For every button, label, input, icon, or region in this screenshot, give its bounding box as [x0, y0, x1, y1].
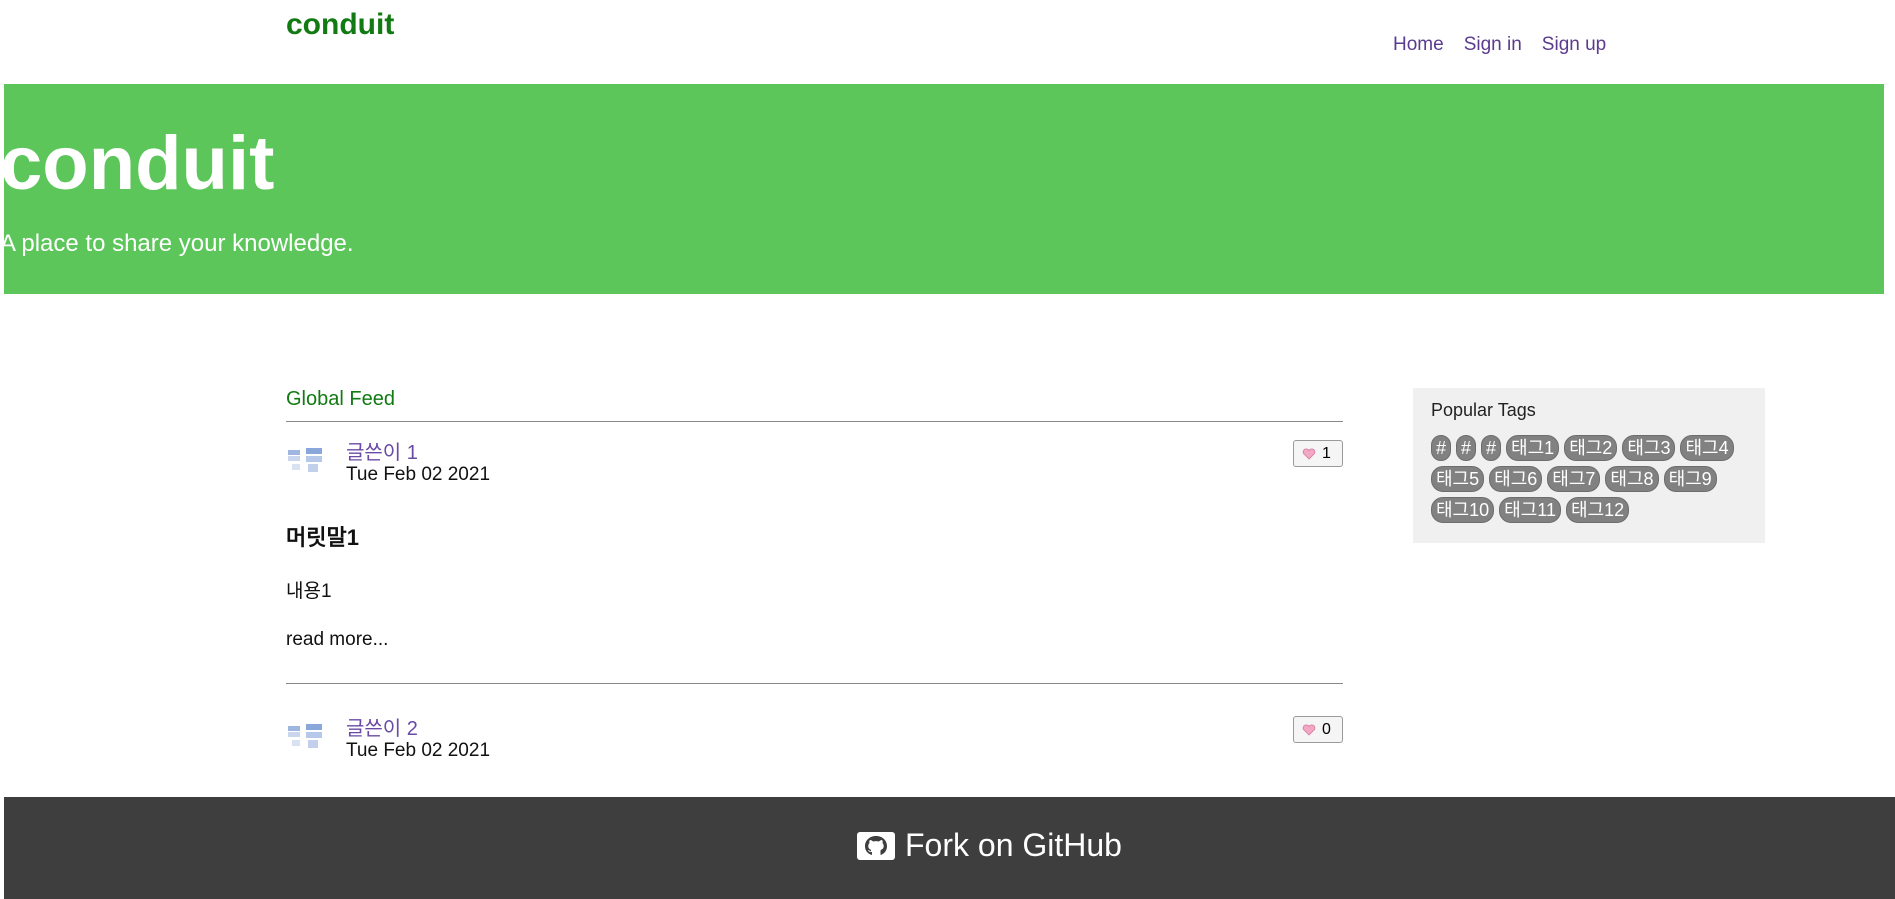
navbar: conduit Home Sign in Sign up	[0, 0, 1895, 84]
tag-pill[interactable]: 태그7	[1547, 466, 1601, 492]
sidebar-title: Popular Tags	[1431, 400, 1536, 420]
favorite-button[interactable]: 0	[1293, 716, 1343, 743]
tag-pill[interactable]: 태그8	[1605, 466, 1659, 492]
article-meta: 글쓴이 2 Tue Feb 02 2021 0	[286, 698, 1343, 770]
read-more-link[interactable]: read more...	[286, 629, 1343, 683]
article-title[interactable]: 머릿말1	[286, 520, 1343, 552]
author-avatar[interactable]	[286, 716, 326, 756]
tag-pill[interactable]: #	[1456, 435, 1477, 461]
tag-pill[interactable]: 태그9	[1663, 466, 1717, 492]
footer-bar: Fork on GitHub	[4, 797, 1895, 899]
nav-home-link[interactable]: Home	[1393, 34, 1444, 56]
article-date: Tue Feb 02 2021	[346, 464, 491, 485]
tag-pill[interactable]: 태그2	[1564, 435, 1618, 461]
article-meta: 글쓴이 1 Tue Feb 02 2021 1	[286, 422, 1343, 494]
article-feed: Global Feed 글쓴이 1 Tue Feb 02 2021 1 머릿말1…	[286, 388, 1343, 770]
heart-icon	[1302, 724, 1316, 736]
tag-pill[interactable]: 태그4	[1680, 435, 1734, 461]
author-avatar[interactable]	[286, 440, 326, 480]
tag-pill[interactable]: 태그6	[1489, 466, 1543, 492]
article-description: 내용1	[286, 581, 332, 602]
tag-pill[interactable]: 태그5	[1431, 466, 1485, 492]
nav-sign-up-link[interactable]: Sign up	[1542, 34, 1606, 56]
heart-icon	[1302, 448, 1316, 460]
nav-sign-in-link[interactable]: Sign in	[1464, 34, 1522, 56]
fork-on-github-label: Fork on GitHub	[905, 827, 1122, 863]
article-preview: 글쓴이 2 Tue Feb 02 2021 0	[286, 698, 1343, 770]
tag-pill[interactable]: 태그10	[1431, 497, 1495, 523]
tag-pill[interactable]: 태그11	[1499, 497, 1561, 523]
brand-logo-link[interactable]: conduit	[286, 8, 394, 42]
favorite-count: 0	[1322, 720, 1331, 738]
article-preview: 글쓴이 1 Tue Feb 02 2021 1 머릿말1 내용1 read mo…	[286, 422, 1343, 684]
article-date: Tue Feb 02 2021	[346, 740, 491, 761]
tag-list: # # # 태그1 태그2 태그3 태그4 태그5 태그6 태그7 태그8 태그…	[1431, 435, 1741, 523]
nav-links: Home Sign in Sign up	[1393, 34, 1606, 56]
author-link[interactable]: 글쓴이 2	[346, 712, 418, 741]
tab-global-feed[interactable]: Global Feed	[286, 388, 1343, 422]
tag-pill[interactable]: 태그3	[1622, 435, 1676, 461]
github-icon	[857, 831, 895, 860]
author-link[interactable]: 글쓴이 1	[346, 436, 418, 465]
tag-pill[interactable]: 태그1	[1506, 435, 1560, 461]
favorite-button[interactable]: 1	[1293, 440, 1343, 467]
banner-subtitle: A place to share your knowledge.	[0, 230, 354, 257]
tag-pill[interactable]: 태그12	[1565, 497, 1630, 523]
tag-pill[interactable]: #	[1481, 435, 1502, 461]
fork-on-github-link[interactable]: Fork on GitHub	[857, 827, 1122, 864]
favorite-count: 1	[1322, 444, 1331, 462]
popular-tags-sidebar: Popular Tags # # # 태그1 태그2 태그3 태그4 태그5 태…	[1413, 388, 1765, 543]
tag-pill[interactable]: #	[1431, 435, 1452, 461]
banner-title: conduit	[0, 121, 275, 206]
